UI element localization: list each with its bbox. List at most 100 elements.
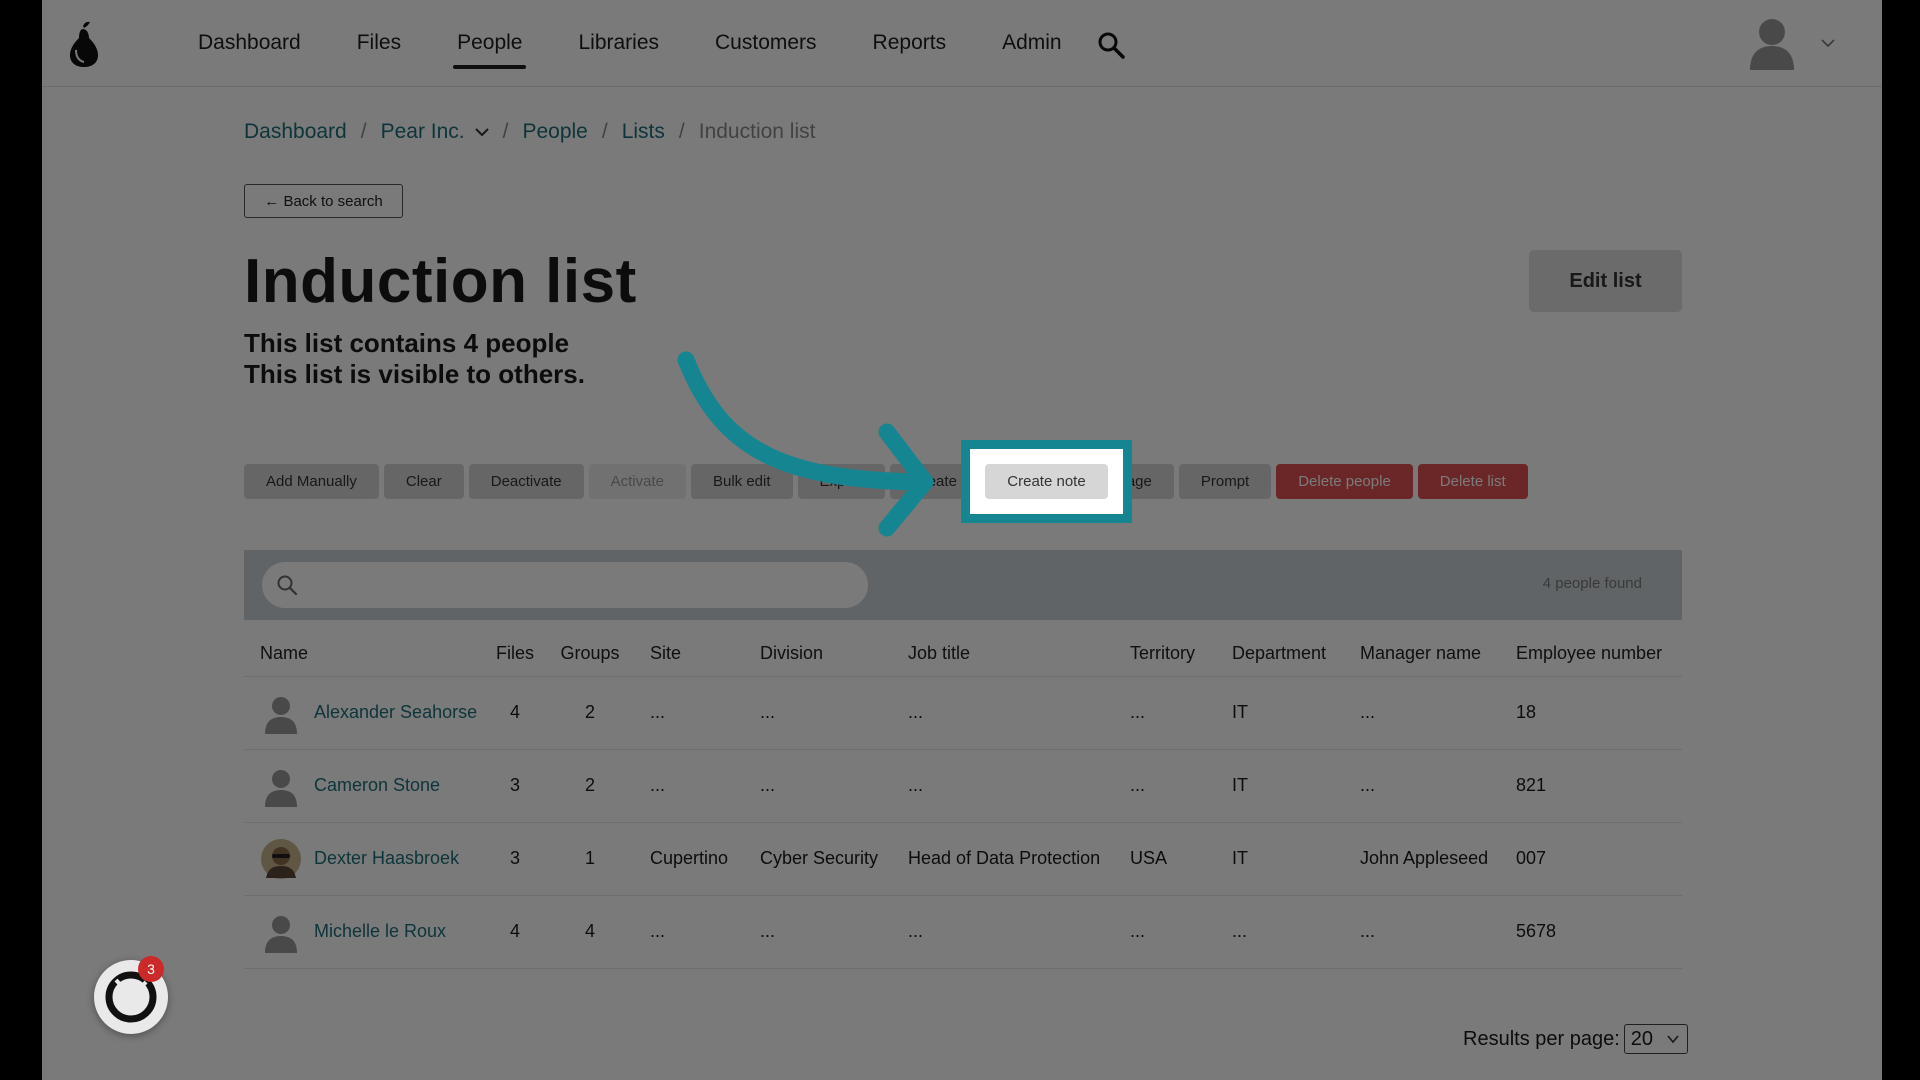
person-name-link[interactable]: Michelle le Roux [314, 921, 446, 942]
column-header[interactable]: Manager name [1344, 632, 1500, 677]
user-avatar-icon [265, 769, 297, 807]
back-to-search-button[interactable]: ← Back to search [244, 184, 403, 218]
manager-cell: ... [1344, 895, 1500, 969]
employee-number-cell: 18 [1500, 676, 1682, 750]
table-toolbar: 4 people found [244, 550, 1682, 620]
clear-button[interactable]: Clear [383, 464, 464, 499]
groups-count: 2 [546, 749, 634, 823]
files-count: 3 [484, 749, 546, 823]
files-count: 3 [484, 822, 546, 896]
column-header[interactable]: Department [1216, 632, 1344, 677]
column-header[interactable]: Territory [1114, 632, 1216, 677]
breadcrumb-separator: / [360, 120, 367, 143]
job-title-cell: Head of Data Protection [892, 822, 1114, 896]
table-row[interactable]: Dexter Haasbroek 3 1 Cupertino Cyber Sec… [244, 822, 1682, 896]
department-cell: IT [1216, 822, 1344, 896]
user-avatar-icon[interactable] [1748, 16, 1796, 70]
division-cell: ... [744, 749, 892, 823]
breadcrumb-dashboard[interactable]: Dashboard [244, 120, 347, 144]
add-manually-button[interactable]: Add Manually [244, 464, 379, 499]
column-header[interactable]: Site [634, 632, 744, 677]
chevron-down-icon[interactable] [1820, 36, 1836, 50]
column-header[interactable]: Files [484, 632, 546, 677]
department-cell: ... [1216, 895, 1344, 969]
notification-badge: 3 [138, 956, 164, 982]
manager-cell: ... [1344, 676, 1500, 750]
results-per-page-select[interactable]: 20 [1623, 1024, 1688, 1054]
territory-cell: ... [1114, 676, 1216, 750]
manager-cell: John Appleseed [1344, 822, 1500, 896]
chevron-down-icon [1667, 1035, 1679, 1044]
bulk-edit-button[interactable]: Bulk edit [690, 464, 793, 499]
site-cell: ... [634, 676, 744, 750]
page-title: Induction list [244, 247, 637, 316]
territory-cell: ... [1114, 895, 1216, 969]
pear-logo-icon[interactable] [66, 20, 102, 68]
prompt-button[interactable]: Prompt [1178, 464, 1272, 499]
column-header[interactable]: Division [744, 632, 892, 677]
nav-files[interactable]: Files [357, 0, 401, 87]
person-name-link[interactable]: Alexander Seahorse [314, 702, 477, 723]
export-button[interactable]: Export [797, 464, 885, 499]
column-header[interactable]: Employee number [1500, 632, 1682, 677]
column-header[interactable]: Groups [546, 632, 634, 677]
breadcrumb-current: Induction list [698, 120, 816, 143]
nav-dashboard[interactable]: Dashboard [198, 0, 301, 87]
table-row[interactable]: Alexander Seahorse 4 2 ... ... ... ... I… [244, 676, 1682, 750]
person-name-link[interactable]: Dexter Haasbroek [314, 848, 459, 869]
create-note-button[interactable]: Create note [985, 464, 1108, 499]
manager-cell: ... [1344, 749, 1500, 823]
results-per-page: Results per page: 20 [1463, 1024, 1688, 1054]
main-nav: Dashboard Files People Libraries Custome… [198, 0, 1118, 87]
column-header[interactable]: Job title [892, 632, 1114, 677]
nav-libraries[interactable]: Libraries [578, 0, 659, 87]
people-table: Name Files Groups Site Division Job titl… [244, 632, 1682, 969]
chevron-down-icon[interactable] [474, 127, 489, 137]
job-title-cell: ... [892, 676, 1114, 750]
highlight-spot: Create note [970, 449, 1123, 514]
breadcrumb: Dashboard / Pear Inc. / People / Lists /… [244, 120, 815, 144]
activate-button[interactable]: Activate [588, 464, 686, 499]
delete-list-button[interactable]: Delete list [1417, 464, 1528, 499]
list-summary: This list contains 4 people This list is… [244, 328, 585, 390]
department-cell: IT [1216, 676, 1344, 750]
results-per-page-value: 20 [1630, 1027, 1654, 1050]
list-actions-toolbar: Add Manually Clear Deactivate Activate B… [244, 464, 1533, 499]
employee-number-cell: 821 [1500, 749, 1682, 823]
table-row[interactable]: Cameron Stone 3 2 ... ... ... ... IT ...… [244, 749, 1682, 823]
breadcrumb-separator: / [601, 120, 608, 143]
search-icon[interactable] [1096, 30, 1126, 60]
results-per-page-label: Results per page: [1463, 1027, 1620, 1050]
delete-people-button[interactable]: Delete people [1276, 464, 1413, 499]
division-cell: ... [744, 676, 892, 750]
site-cell: ... [634, 749, 744, 823]
user-photo-icon [261, 838, 301, 879]
nav-people[interactable]: People [453, 0, 527, 87]
division-cell: Cyber Security [744, 822, 892, 896]
breadcrumb-company[interactable]: Pear Inc. [381, 120, 465, 144]
user-avatar-icon [265, 696, 297, 734]
nav-admin[interactable]: Admin [1002, 0, 1062, 87]
files-count: 4 [484, 895, 546, 969]
top-navigation: Dashboard Files People Libraries Custome… [42, 0, 1882, 87]
groups-count: 4 [546, 895, 634, 969]
deactivate-button[interactable]: Deactivate [468, 464, 584, 499]
employee-number-cell: 007 [1500, 822, 1682, 896]
breadcrumb-lists[interactable]: Lists [622, 120, 665, 144]
results-count: 4 people found [1542, 575, 1642, 592]
table-row[interactable]: Michelle le Roux 4 4 ... ... ... ... ...… [244, 895, 1682, 969]
breadcrumb-people[interactable]: People [522, 120, 587, 144]
territory-cell: USA [1114, 822, 1216, 896]
column-header[interactable]: Name [244, 632, 484, 677]
people-search-input[interactable] [262, 562, 868, 608]
site-cell: ... [634, 895, 744, 969]
nav-customers[interactable]: Customers [715, 0, 817, 87]
summary-count: This list contains 4 people [244, 328, 570, 358]
nav-reports[interactable]: Reports [873, 0, 947, 87]
files-count: 4 [484, 676, 546, 750]
edit-list-button[interactable]: Edit list [1529, 250, 1682, 312]
job-title-cell: ... [892, 895, 1114, 969]
territory-cell: ... [1114, 749, 1216, 823]
person-name-link[interactable]: Cameron Stone [314, 775, 440, 796]
division-cell: ... [744, 895, 892, 969]
